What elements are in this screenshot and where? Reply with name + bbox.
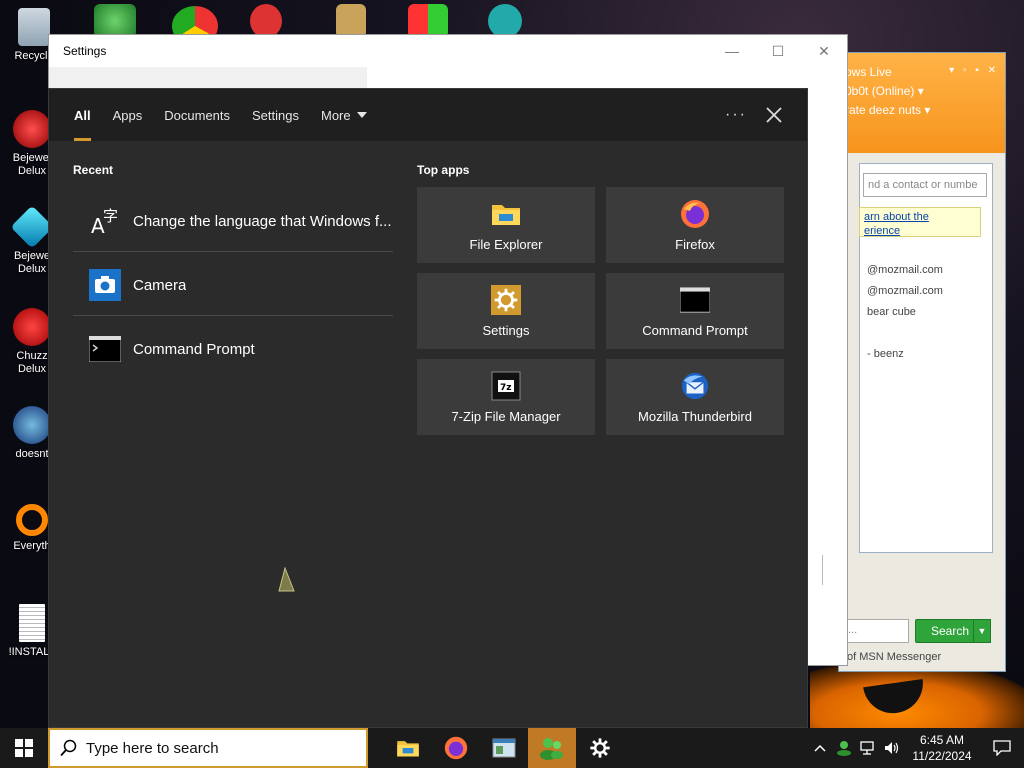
clock[interactable]: 6:45 AM 11/22/2024 (904, 732, 980, 764)
text-file-icon (19, 604, 45, 642)
messenger-footer: of MSN Messenger (847, 651, 942, 663)
messenger-tray-icon[interactable] (832, 728, 856, 768)
firefox-icon (680, 199, 710, 229)
volume-icon[interactable] (880, 728, 904, 768)
recent-item-language[interactable]: A字 Change the language that Windows f... (73, 189, 393, 253)
svg-text:7z: 7z (500, 383, 512, 393)
character-desktop-icon[interactable] (488, 4, 522, 38)
app-desktop-icon[interactable] (250, 4, 282, 38)
chevron-up-icon[interactable] (808, 728, 832, 768)
command-prompt-icon (680, 285, 710, 315)
top-apps-heading: Top apps (417, 163, 470, 177)
tab-all[interactable]: All (63, 89, 102, 141)
taskbar-search[interactable] (48, 728, 368, 768)
search-icon (60, 739, 77, 757)
tab-more[interactable]: More (310, 89, 378, 141)
tab-documents[interactable]: Documents (153, 89, 241, 141)
search-input[interactable] (86, 739, 346, 757)
bejeweled-icon (13, 110, 51, 148)
recent-heading: Recent (73, 163, 114, 177)
chevron-down-icon (356, 112, 367, 118)
system-tray: 6:45 AM 11/22/2024 (808, 728, 1024, 768)
recycle-bin-icon (18, 8, 50, 46)
contact-item[interactable]: bear cube (867, 306, 916, 318)
firefox-icon (444, 736, 468, 760)
taskbar-network-app[interactable] (480, 728, 528, 768)
thunderbird-desktop-icon (13, 406, 51, 444)
language-icon: A字 (89, 205, 121, 237)
messenger-status[interactable]: 0b0t (Online) ▾ (845, 84, 1001, 103)
contact-item[interactable]: @mozmail.com (867, 264, 943, 276)
taskbar-file-explorer[interactable] (384, 728, 432, 768)
tab-apps[interactable]: Apps (102, 89, 154, 141)
taskbar-firefox[interactable] (432, 728, 480, 768)
taskbar-settings[interactable] (576, 728, 624, 768)
ms-desktop-icon[interactable] (408, 4, 448, 38)
top-app-file-explorer[interactable]: File Explorer (417, 187, 595, 263)
search-magnifier-icon (16, 504, 48, 536)
top-app-firefox[interactable]: Firefox (606, 187, 784, 263)
installer-desktop-icon[interactable] (336, 4, 366, 38)
recent-item-camera[interactable]: Camera (73, 253, 393, 317)
messenger-contact-search[interactable]: nd a contact or numbe (863, 173, 987, 197)
search-panel: All Apps Documents Settings More ··· Rec… (48, 88, 808, 728)
taskbar-messenger[interactable] (528, 728, 576, 768)
search-tabs: All Apps Documents Settings More ··· (49, 89, 807, 141)
messenger-window-controls[interactable]: ▾ ▫ ▪ ✕ (949, 65, 999, 76)
7zip-icon: 7z (491, 371, 521, 401)
file-explorer-icon (397, 741, 419, 757)
messenger-window: ows Live 0b0t (Online) ▾ rate deez nuts … (838, 52, 1006, 672)
windows-logo-icon (15, 739, 33, 757)
recent-item-command-prompt[interactable]: Command Prompt (73, 317, 393, 381)
minimize-icon[interactable]: — (709, 35, 755, 67)
window-app-icon (492, 738, 516, 758)
svg-text:字: 字 (103, 207, 118, 225)
close-icon[interactable] (763, 104, 785, 126)
messenger-desktop-icon[interactable] (94, 4, 136, 38)
settings-icon (590, 738, 610, 758)
messenger-banner-link[interactable]: arn about the erience (859, 207, 981, 237)
contact-item[interactable]: - beenz (867, 348, 904, 360)
chuzzle-icon (13, 308, 51, 346)
wallpaper-pumpkin (810, 665, 1024, 728)
maximize-icon[interactable]: ☐ (755, 35, 801, 67)
close-icon[interactable]: ✕ (801, 35, 847, 67)
messenger-icon (540, 738, 563, 760)
settings-icon (491, 284, 521, 315)
more-options-icon[interactable]: ··· (725, 89, 747, 141)
top-app-settings[interactable]: Settings (417, 273, 595, 349)
start-button[interactable] (0, 728, 48, 768)
top-app-thunderbird[interactable]: Mozilla Thunderbird (606, 359, 784, 435)
network-icon[interactable] (856, 728, 880, 768)
notification-icon[interactable] (980, 728, 1024, 768)
top-app-7zip[interactable]: 7z 7-Zip File Manager (417, 359, 595, 435)
chevron-down-icon[interactable]: ▼ (973, 619, 991, 643)
messenger-web-search-input[interactable]: ... (843, 619, 909, 643)
window-controls: — ☐ ✕ (709, 35, 847, 67)
cursor-icon (278, 567, 295, 592)
taskbar: 6:45 AM 11/22/2024 (0, 728, 1024, 768)
thunderbird-icon (680, 371, 710, 401)
top-app-command-prompt[interactable]: Command Prompt (606, 273, 784, 349)
desktop: Recycle Bejewel Delux Bejewe Delux Chuzz… (0, 0, 1024, 728)
contact-item[interactable]: @mozmail.com (867, 285, 943, 297)
file-explorer-icon (491, 199, 521, 229)
tab-settings[interactable]: Settings (241, 89, 310, 141)
messenger-personal-message[interactable]: rate deez nuts ▾ (845, 103, 1001, 122)
camera-icon (89, 269, 121, 301)
command-prompt-icon (89, 333, 121, 365)
